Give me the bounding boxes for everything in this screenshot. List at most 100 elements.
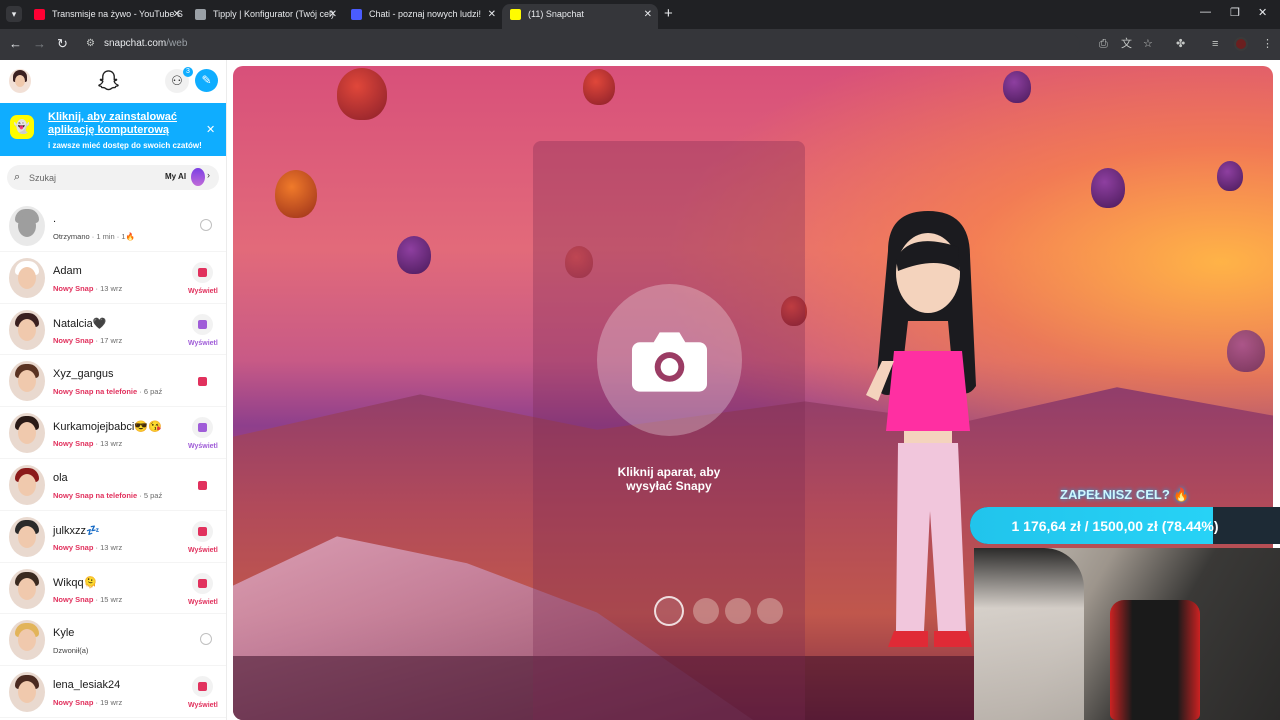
- view-snap-button[interactable]: Wyświetl: [188, 599, 218, 606]
- friend-avatar[interactable]: [9, 361, 45, 402]
- tab-search-button[interactable]: ▾: [6, 6, 22, 22]
- chat-status: Nowy Snap: [53, 335, 94, 345]
- banner-close-icon[interactable]: ✕: [206, 123, 215, 136]
- chat-status: Otrzymano: [53, 232, 90, 241]
- media-control-icon[interactable]: ≡: [1212, 37, 1218, 51]
- chat-time: 6 paź: [143, 387, 163, 397]
- chat-list-item[interactable]: Kurkamojejbabci😎😘 Nowy Snap · 13 wrz Wyświ…: [0, 407, 226, 459]
- view-snap-button[interactable]: Wyświetl: [188, 702, 218, 709]
- friend-avatar[interactable]: [9, 309, 45, 350]
- chat-time: 13 wrz: [100, 439, 123, 449]
- streamer-image: [974, 548, 1084, 720]
- install-app-banner[interactable]: 👻 Kliknij, aby zainstalować aplikację ko…: [0, 103, 226, 156]
- reply-camera-icon[interactable]: [200, 219, 212, 231]
- view-snap-button[interactable]: Wyświetl: [188, 443, 218, 450]
- tab-close-icon[interactable]: ✕: [488, 4, 496, 25]
- translate-icon[interactable]: 文: [1121, 37, 1132, 51]
- balloon-image: [397, 236, 431, 274]
- search-input[interactable]: [29, 169, 149, 186]
- avatar-face: [18, 266, 36, 289]
- minimize-icon[interactable]: —: [1200, 6, 1211, 18]
- lens-option[interactable]: [725, 598, 751, 624]
- browser-menu-icon[interactable]: ⋮: [1262, 37, 1273, 51]
- friend-avatar[interactable]: [9, 464, 45, 505]
- add-friend-badge: 3: [183, 67, 193, 77]
- chat-status: Nowy Snap: [53, 283, 94, 293]
- new-snap-indicator-icon[interactable]: [198, 682, 207, 692]
- friend-avatar[interactable]: [9, 568, 45, 609]
- goal-title: ZAPEŁNISZ CEL? 🔥: [1060, 487, 1190, 502]
- camera-icon[interactable]: [630, 328, 709, 394]
- chat-list-item[interactable]: . Otrzymano · 1 min · 1🔥: [0, 200, 226, 252]
- separator-dot: ·: [137, 490, 144, 500]
- friend-avatar[interactable]: [9, 620, 45, 661]
- view-snap-button[interactable]: Wyświetl: [188, 340, 218, 347]
- lens-option[interactable]: [693, 598, 719, 624]
- reply-camera-icon[interactable]: [200, 633, 212, 646]
- address-bar[interactable]: ⚙ snapchat.com/web: [80, 33, 1080, 56]
- friend-avatar[interactable]: [9, 257, 45, 298]
- browser-tab[interactable]: Transmisje na żywo - YouTube S ✕: [26, 4, 187, 29]
- tab-close-icon[interactable]: ✕: [644, 4, 652, 25]
- chat-status: Nowy Snap na telefonie: [53, 490, 138, 500]
- browser-tab[interactable]: Chati - poznaj nowych ludzi! ✕: [343, 4, 502, 29]
- chat-list-item[interactable]: ola Nowy Snap na telefonie · 5 paź: [0, 459, 226, 511]
- friend-avatar[interactable]: [9, 516, 45, 557]
- install-app-icon[interactable]: ⎙: [1099, 37, 1108, 51]
- friend-avatar[interactable]: [9, 672, 45, 713]
- browser-tab[interactable]: Tipply | Konfigurator (Twój cel) ✕: [187, 4, 343, 29]
- new-tab-button[interactable]: +: [664, 5, 673, 23]
- banner-title[interactable]: Kliknij, aby zainstalować aplikację komp…: [48, 111, 198, 137]
- lens-option[interactable]: [757, 598, 783, 624]
- my-ai-avatar[interactable]: [191, 168, 205, 186]
- new-snap-indicator-icon[interactable]: [198, 319, 207, 329]
- chat-meta: Nowy Snap · 13 wrz: [53, 543, 122, 552]
- new-snap-indicator-icon[interactable]: [198, 578, 207, 588]
- restore-icon[interactable]: ❐: [1230, 6, 1240, 19]
- banner-subtitle: i zawsze mieć dostęp do swoich czatów!: [48, 141, 202, 150]
- extensions-icon[interactable]: ✤: [1176, 37, 1185, 51]
- chat-list-item[interactable]: Wikqq🫠 Nowy Snap · 15 wrz Wyświetl: [0, 563, 226, 615]
- avatar-face: [18, 629, 36, 652]
- chat-list-item[interactable]: Natalcia🖤 Nowy Snap · 17 wrz Wyświetl: [0, 304, 226, 356]
- friend-avatar[interactable]: [9, 206, 45, 246]
- chat-list-item[interactable]: Xyz_gangus Nowy Snap na telefonie · 6 paź: [0, 355, 226, 408]
- forward-button[interactable]: →: [33, 36, 46, 52]
- view-snap-button[interactable]: Wyświetl: [188, 288, 218, 295]
- new-chat-button[interactable]: ✎: [195, 69, 218, 92]
- tab-close-icon[interactable]: ✕: [329, 4, 337, 25]
- chat-list-item[interactable]: Adam Nowy Snap · 13 wrz Wyświetl: [0, 252, 226, 304]
- back-button[interactable]: ←: [9, 36, 22, 52]
- view-snap-button[interactable]: Wyświetl: [188, 547, 218, 554]
- my-bitmoji-avatar[interactable]: [9, 69, 31, 93]
- chat-meta: Dzwonił(a): [53, 646, 88, 655]
- avatar-face: [18, 577, 36, 600]
- chevron-right-icon[interactable]: ›: [207, 170, 210, 180]
- new-snap-indicator-icon[interactable]: [198, 423, 207, 433]
- profile-avatar[interactable]: [1234, 37, 1248, 51]
- search-bar: ⌕ My AI ›: [7, 165, 219, 190]
- avatar-face: [18, 473, 36, 496]
- avatar-face: [18, 525, 36, 548]
- chat-meta: Nowy Snap · 15 wrz: [53, 595, 122, 604]
- new-snap-indicator-icon[interactable]: [198, 480, 207, 490]
- window-close-icon[interactable]: ✕: [1258, 6, 1267, 19]
- tab-favicon-icon: [351, 9, 362, 20]
- tab-close-icon[interactable]: ✕: [173, 4, 181, 25]
- new-snap-indicator-icon[interactable]: [198, 267, 207, 277]
- chat-list-item[interactable]: lena_lesiak24 Nowy Snap · 19 wrz Wyświetl: [0, 666, 226, 718]
- site-info-icon[interactable]: ⚙: [86, 38, 98, 50]
- browser-tab[interactable]: (11) Snapchat ✕: [502, 4, 658, 29]
- bookmark-star-icon[interactable]: ☆: [1143, 37, 1153, 51]
- my-ai-label[interactable]: My AI: [165, 172, 186, 181]
- new-snap-indicator-icon[interactable]: [198, 377, 207, 387]
- new-snap-indicator-icon[interactable]: [198, 526, 207, 536]
- snapchat-ghost-icon[interactable]: [97, 69, 120, 92]
- chat-list-item[interactable]: julkxzz💤 Nowy Snap · 13 wrz Wyświetl: [0, 511, 226, 563]
- lens-selected[interactable]: [654, 596, 684, 626]
- chat-list: . Otrzymano · 1 min · 1🔥 Adam Nowy Snap · 1…: [0, 200, 226, 718]
- friend-avatar[interactable]: [9, 413, 45, 454]
- chat-list-item[interactable]: Kyle Dzwonił(a): [0, 614, 226, 667]
- reload-button[interactable]: ↻: [57, 36, 68, 52]
- goal-progress-bar: 1 176,64 zł / 1500,00 zł (78.44%): [970, 507, 1280, 544]
